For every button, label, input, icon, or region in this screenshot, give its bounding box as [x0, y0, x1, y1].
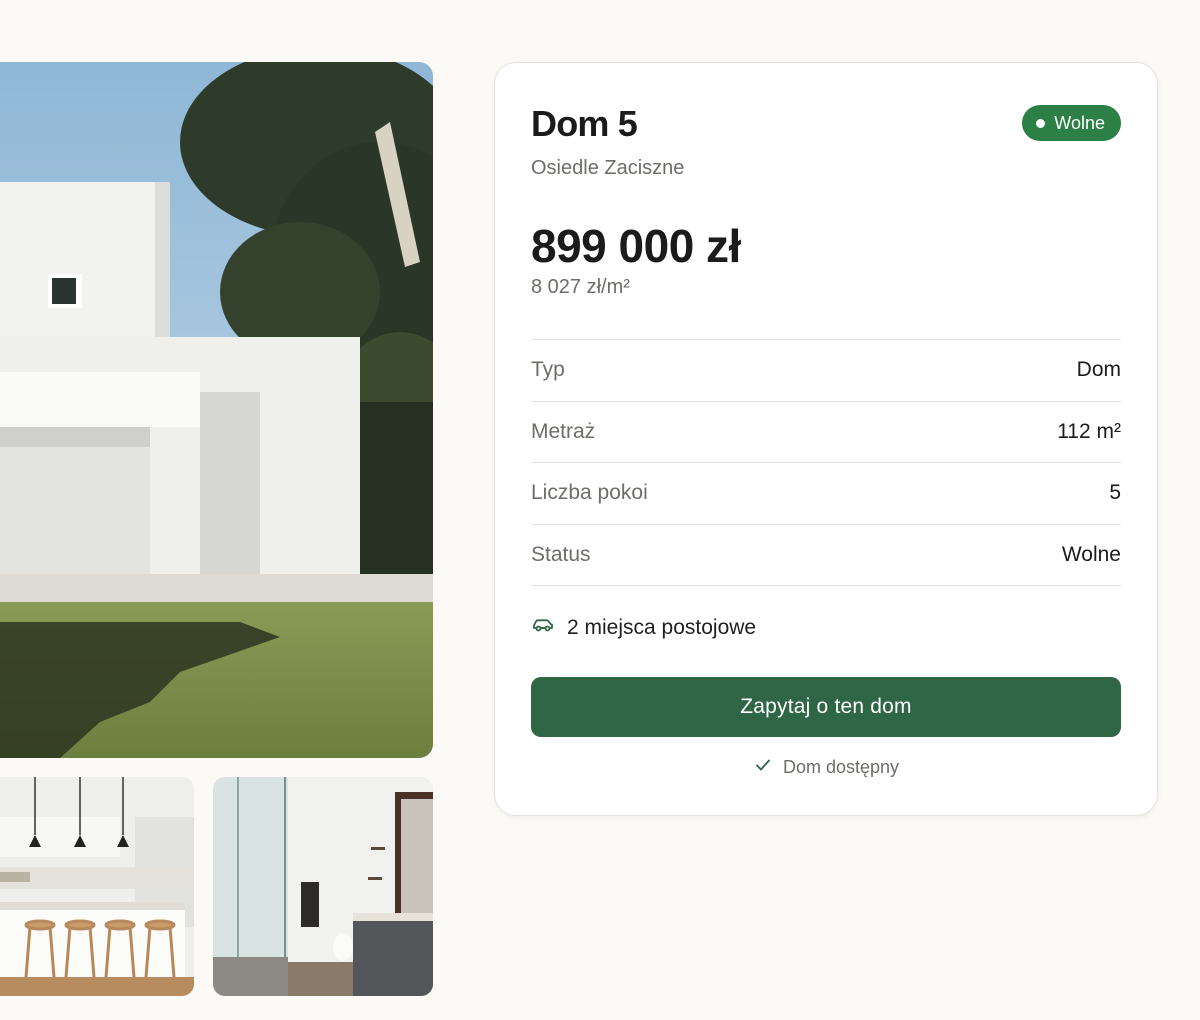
- spec-table: Typ Dom Metraż 112 m² Liczba pokoi 5 Sta…: [531, 339, 1121, 586]
- thumbnail-bathroom[interactable]: [213, 777, 433, 996]
- kitchen-photo: [0, 777, 194, 996]
- listing-page: Dom 5 Osiedle Zaciszne Wolne 899 000 zł …: [0, 0, 1200, 1020]
- house-photo: [0, 62, 433, 758]
- availability-note: Dom dostępny: [531, 755, 1121, 780]
- car-icon: [531, 613, 555, 643]
- listing-card: Dom 5 Osiedle Zaciszne Wolne 899 000 zł …: [494, 62, 1158, 816]
- price-per-sqm: 8 027 zł/m²: [531, 276, 630, 298]
- check-icon: [753, 755, 773, 780]
- availability-text: Dom dostępny: [782, 757, 900, 777]
- main-photo[interactable]: [0, 62, 433, 758]
- spec-value: Dom: [1076, 358, 1121, 382]
- spec-value: 112 m²: [1057, 419, 1121, 443]
- spec-label: Liczba pokoi: [531, 481, 648, 505]
- thumbnail-kitchen[interactable]: [0, 777, 194, 996]
- spec-row-type: Typ Dom: [531, 340, 1121, 402]
- status-dot-icon: [1036, 118, 1046, 128]
- parking-text: 2 miejsca postojowe: [567, 616, 757, 639]
- spec-row-rooms: Liczba pokoi 5: [531, 463, 1121, 525]
- inquire-button[interactable]: Zapytaj o ten dom: [531, 677, 1121, 737]
- parking-info: 2 miejsca postojowe: [531, 613, 756, 643]
- price: 899 000 zł: [531, 220, 741, 272]
- spec-row-status: Status Wolne: [531, 525, 1121, 586]
- spec-label: Status: [531, 542, 591, 566]
- bathroom-photo: [213, 777, 433, 996]
- spec-value: Wolne: [1061, 542, 1121, 566]
- status-badge: Wolne: [1022, 105, 1121, 141]
- spec-label: Metraż: [531, 419, 596, 443]
- listing-estate: Osiedle Zaciszne: [531, 157, 685, 179]
- spec-value: 5: [1109, 481, 1121, 505]
- listing-title: Dom 5: [531, 103, 638, 144]
- status-badge-label: Wolne: [1054, 112, 1105, 133]
- spec-label: Typ: [531, 358, 565, 382]
- spec-row-area: Metraż 112 m²: [531, 402, 1121, 463]
